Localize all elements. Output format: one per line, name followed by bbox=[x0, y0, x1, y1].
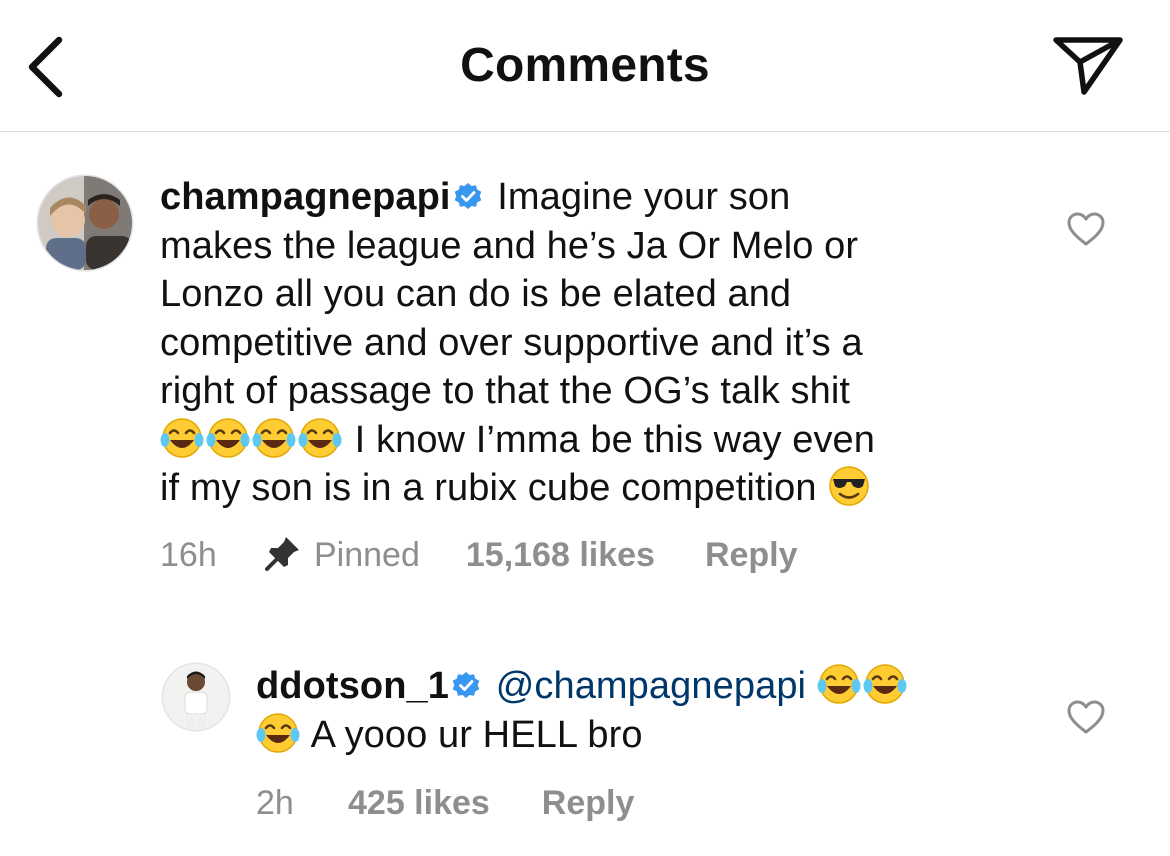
comment-body: champagnepapi Imagine your son makes the… bbox=[160, 173, 1030, 513]
comment-time: 2h bbox=[256, 784, 294, 822]
comment-line: A yooo ur HELL bro bbox=[256, 711, 1036, 760]
laughing-emoji-icon bbox=[160, 416, 204, 460]
paper-plane-icon bbox=[1053, 37, 1123, 95]
comment-line: right of passage to that the OG’s talk s… bbox=[160, 370, 851, 412]
like-button[interactable] bbox=[1066, 698, 1106, 738]
laughing-emoji-icon bbox=[817, 662, 861, 706]
pin-icon bbox=[265, 537, 299, 571]
mention-link[interactable]: @champagnepapi bbox=[496, 665, 806, 707]
laughing-emoji-icon bbox=[256, 711, 300, 755]
comment-text-segment: A yooo ur HELL bro bbox=[310, 713, 643, 756]
like-button[interactable] bbox=[1066, 210, 1106, 250]
avatar[interactable] bbox=[163, 664, 229, 730]
heart-icon bbox=[1067, 700, 1105, 734]
comment-text-segment: Imagine your son bbox=[497, 176, 791, 218]
likes-count[interactable]: 425 likes bbox=[348, 784, 490, 823]
avatar-image bbox=[38, 176, 132, 270]
heart-icon bbox=[1067, 212, 1105, 246]
sunglasses-emoji-icon bbox=[827, 464, 871, 508]
comment-line: champagnepapi Imagine your son bbox=[160, 173, 1030, 222]
verified-badge-icon bbox=[454, 183, 481, 209]
comment-meta: 2h 425 likes Reply bbox=[256, 784, 634, 823]
comment-meta: 16h Pinned 15,168 likes Reply bbox=[160, 534, 798, 575]
pinned-label: Pinned bbox=[314, 536, 420, 574]
comment-line: if my son is in a rubix cube competition bbox=[160, 464, 1030, 513]
reply-button[interactable]: Reply bbox=[705, 536, 798, 575]
comment-text-segment: I know I’mma be this way even bbox=[354, 418, 876, 461]
comment-line: competitive and over supportive and it’s… bbox=[160, 321, 863, 364]
comment-line: makes the league and he’s Ja Or Melo or bbox=[160, 224, 859, 267]
verified-badge-icon bbox=[452, 672, 480, 698]
reply-button[interactable]: Reply bbox=[542, 784, 635, 823]
page-title: Comments bbox=[460, 39, 710, 92]
laughing-emoji-icon bbox=[206, 416, 250, 460]
laughing-emoji-icon bbox=[298, 416, 342, 460]
comment-line: I know I’mma be this way even bbox=[160, 416, 1030, 465]
comment-username[interactable]: champagnepapi bbox=[160, 176, 451, 218]
comment-body: ddotson_1 @champagnepapi A yooo ur HELL … bbox=[256, 662, 1036, 759]
share-button[interactable] bbox=[1050, 34, 1126, 98]
likes-count[interactable]: 15,168 likes bbox=[466, 536, 655, 575]
comment-text-segment: if my son is in a rubix cube competition bbox=[160, 467, 817, 509]
comment-line: ddotson_1 @champagnepapi bbox=[256, 662, 1036, 711]
laughing-emoji-icon bbox=[863, 662, 907, 706]
laughing-emoji-icon bbox=[252, 416, 296, 460]
header-bar: Comments bbox=[0, 0, 1170, 132]
comment-time: 16h bbox=[160, 536, 217, 574]
avatar[interactable] bbox=[38, 176, 132, 270]
comment-username[interactable]: ddotson_1 bbox=[256, 665, 449, 707]
comment-line: Lonzo all you can do is be elated and bbox=[160, 273, 792, 315]
avatar-image bbox=[163, 664, 229, 730]
